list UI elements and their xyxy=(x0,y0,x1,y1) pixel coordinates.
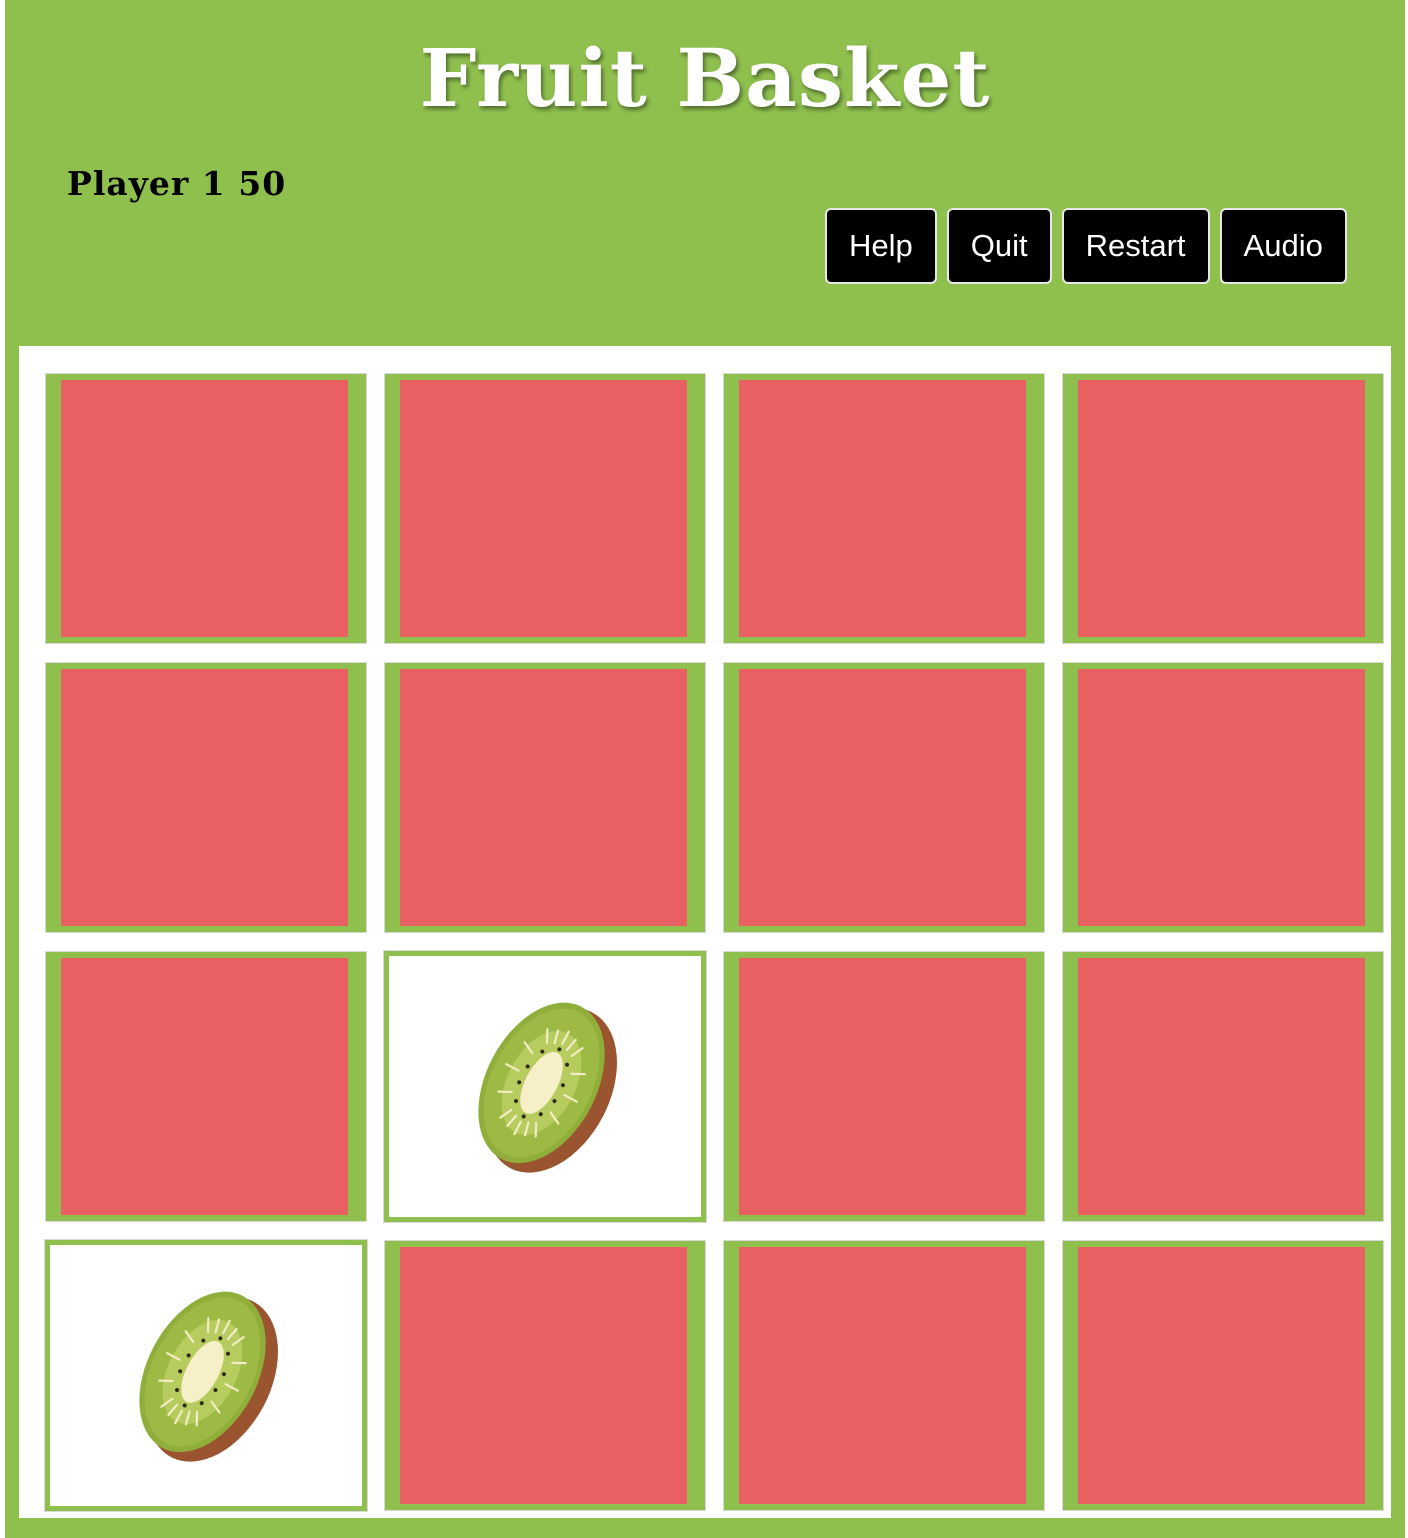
card-7[interactable] xyxy=(723,662,1045,933)
card-11[interactable] xyxy=(723,951,1045,1222)
audio-button[interactable]: Audio xyxy=(1219,208,1347,284)
control-buttons: Help Quit Restart Audio xyxy=(825,208,1347,284)
card-back xyxy=(739,380,1026,637)
score-display: Player 1 50 xyxy=(67,164,287,203)
card-grid xyxy=(44,373,1384,1512)
card-back xyxy=(61,669,348,926)
card-back xyxy=(1078,958,1365,1215)
card-1[interactable] xyxy=(45,373,367,644)
card-10[interactable] xyxy=(383,950,707,1223)
quit-button[interactable]: Quit xyxy=(946,208,1052,284)
card-back xyxy=(400,1247,687,1504)
card-12[interactable] xyxy=(1062,951,1384,1222)
card-back xyxy=(61,380,348,637)
card-back xyxy=(739,958,1026,1215)
card-13[interactable] xyxy=(44,1239,368,1512)
card-back xyxy=(400,669,687,926)
card-6[interactable] xyxy=(384,662,706,933)
card-back xyxy=(739,1247,1026,1504)
card-back xyxy=(739,669,1026,926)
card-5[interactable] xyxy=(45,662,367,933)
card-8[interactable] xyxy=(1062,662,1384,933)
card-9[interactable] xyxy=(45,951,367,1222)
restart-button[interactable]: Restart xyxy=(1061,208,1210,284)
card-14[interactable] xyxy=(384,1240,706,1511)
game-app: Fruit Basket Player 1 50 Help Quit Resta… xyxy=(5,0,1405,1538)
card-back xyxy=(61,958,348,1215)
help-button[interactable]: Help xyxy=(825,208,937,284)
card-back xyxy=(1078,380,1365,637)
card-3[interactable] xyxy=(723,373,1045,644)
kiwi-icon xyxy=(389,956,701,1217)
kiwi-icon xyxy=(50,1245,362,1506)
card-2[interactable] xyxy=(384,373,706,644)
game-board xyxy=(19,346,1391,1518)
card-back xyxy=(1078,1247,1365,1504)
card-back xyxy=(400,380,687,637)
card-4[interactable] xyxy=(1062,373,1384,644)
card-16[interactable] xyxy=(1062,1240,1384,1511)
game-title: Fruit Basket xyxy=(419,31,991,125)
card-15[interactable] xyxy=(723,1240,1045,1511)
card-back xyxy=(1078,669,1365,926)
